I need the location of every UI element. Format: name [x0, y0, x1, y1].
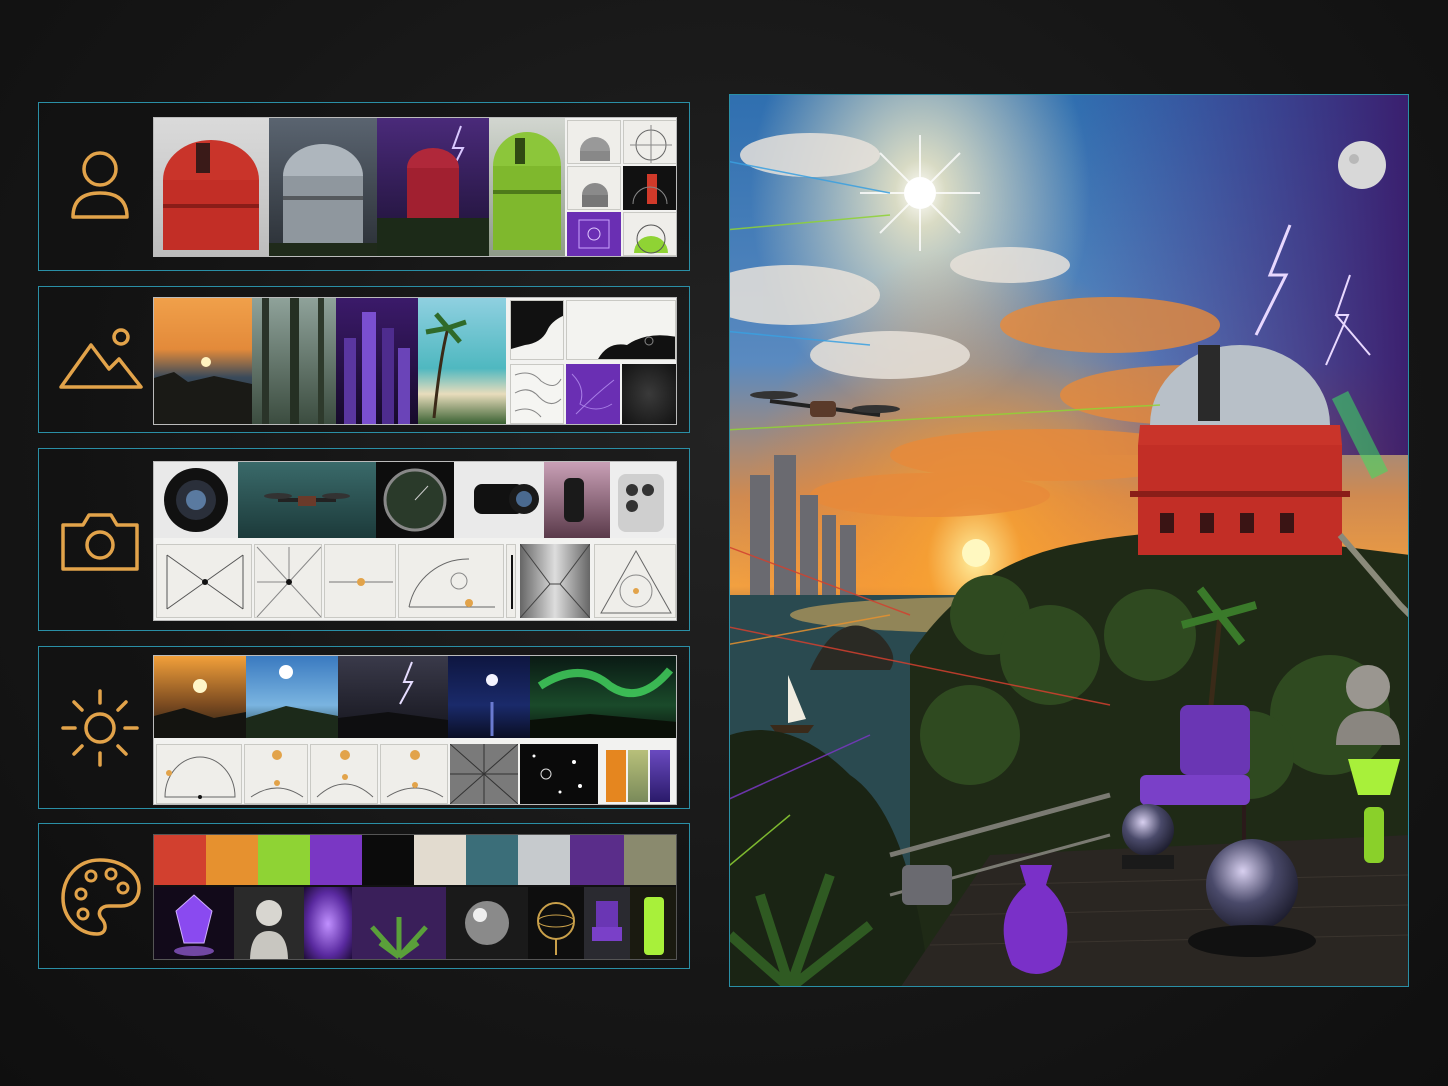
chrome-sphere-thumb[interactable] — [446, 887, 528, 959]
armillary-sphere-thumb[interactable] — [528, 887, 584, 959]
color-swatch-3[interactable] — [258, 835, 310, 885]
star-map-tile[interactable] — [520, 744, 598, 804]
color-swatch-2[interactable] — [206, 835, 258, 885]
topo-map-tile[interactable] — [510, 364, 564, 424]
green-dome-sketch[interactable] — [623, 212, 676, 256]
red-observatory-thumb[interactable] — [154, 118, 269, 256]
drone-over-sea-thumb[interactable] — [238, 462, 376, 538]
golden-sunset-thumb[interactable] — [154, 656, 246, 738]
gradient-swatch-2[interactable] — [628, 750, 648, 802]
tropical-beach-thumb[interactable] — [418, 298, 506, 424]
gradient-swatch-3[interactable] — [650, 750, 670, 802]
lens-side-thumb[interactable] — [544, 462, 610, 538]
compass-diagram[interactable] — [506, 544, 516, 618]
sun-arc-diagram-1[interactable] — [156, 744, 242, 804]
palette-reference-strip — [153, 834, 677, 960]
purple-chair-thumb[interactable] — [584, 887, 630, 959]
person-icon — [55, 139, 145, 229]
aurora-thumb[interactable] — [530, 656, 676, 738]
smartphone-camera-thumb[interactable] — [610, 462, 676, 538]
marble-bust-thumb[interactable] — [234, 887, 304, 959]
coastal-sunset-thumb[interactable] — [154, 298, 252, 424]
color-swatch-10[interactable] — [624, 835, 676, 885]
green-lamp-thumb[interactable] — [630, 887, 676, 959]
scene-row — [38, 286, 690, 433]
sun-arc-diagram-4[interactable] — [380, 744, 448, 804]
purple-pattern-tile[interactable] — [567, 212, 621, 256]
perspective-diagram-1[interactable] — [156, 544, 252, 618]
green-observatory-thumb[interactable] — [489, 118, 565, 256]
angle-diagram[interactable] — [398, 544, 504, 618]
moonlit-water-thumb[interactable] — [448, 656, 530, 738]
palette-icon — [55, 852, 145, 942]
composite-scene-image[interactable] — [729, 94, 1409, 987]
map-sketch-2[interactable] — [566, 300, 676, 360]
purple-nebula-thumb[interactable] — [304, 887, 352, 959]
color-swatch-9[interactable] — [570, 835, 624, 885]
camera-icon — [55, 495, 145, 585]
dark-rock-texture-tile[interactable] — [622, 364, 676, 424]
lens-view-thumb[interactable] — [376, 462, 454, 538]
color-swatch-4[interactable] — [310, 835, 362, 885]
perspective-diagram-2[interactable] — [254, 544, 322, 618]
sun-arc-diagram-3[interactable] — [310, 744, 378, 804]
sun-arc-diagram-2[interactable] — [244, 744, 308, 804]
silver-observatory-thumb[interactable] — [269, 118, 377, 256]
corridor-photo-thumb[interactable] — [520, 544, 590, 618]
light-rays-diagram[interactable] — [450, 744, 518, 804]
crystal-lamp-thumb[interactable] — [154, 887, 234, 959]
misty-forest-thumb[interactable] — [252, 298, 336, 424]
subject-row — [38, 102, 690, 271]
lighting-reference-strip — [153, 655, 677, 805]
color-swatch-5[interactable] — [362, 835, 414, 885]
triangle-composition-diagram[interactable] — [594, 544, 676, 618]
dome-sketch-grid[interactable] — [623, 120, 676, 164]
bright-midday-thumb[interactable] — [246, 656, 338, 738]
color-swatch-1[interactable] — [154, 835, 206, 885]
storm-observatory-thumb[interactable] — [377, 118, 489, 256]
telephoto-lens-thumb[interactable] — [454, 462, 544, 538]
landscape-icon — [55, 315, 145, 405]
camera-reference-strip — [153, 461, 677, 621]
color-swatch-7[interactable] — [466, 835, 518, 885]
stormy-night-thumb[interactable] — [338, 656, 448, 738]
color-swatch-6[interactable] — [414, 835, 466, 885]
camera-row — [38, 448, 690, 631]
map-sketch-1[interactable] — [510, 300, 564, 360]
color-swatch-8[interactable] — [518, 835, 570, 885]
sun-icon — [55, 683, 145, 773]
gradient-swatch-1[interactable] — [606, 750, 626, 802]
subject-reference-strip — [153, 117, 677, 257]
horizon-diagram[interactable] — [324, 544, 396, 618]
fern-plant-thumb[interactable] — [352, 887, 446, 959]
palette-row — [38, 823, 690, 969]
dome-sketch-front[interactable] — [567, 120, 621, 164]
lighting-row — [38, 646, 690, 809]
purple-city-thumb[interactable] — [336, 298, 418, 424]
scene-reference-strip — [153, 297, 677, 425]
dome-sketch-dark[interactable] — [623, 166, 676, 210]
camera-lens-thumb[interactable] — [154, 462, 238, 538]
purple-texture-tile[interactable] — [566, 364, 620, 424]
dome-sketch-side[interactable] — [567, 166, 621, 210]
